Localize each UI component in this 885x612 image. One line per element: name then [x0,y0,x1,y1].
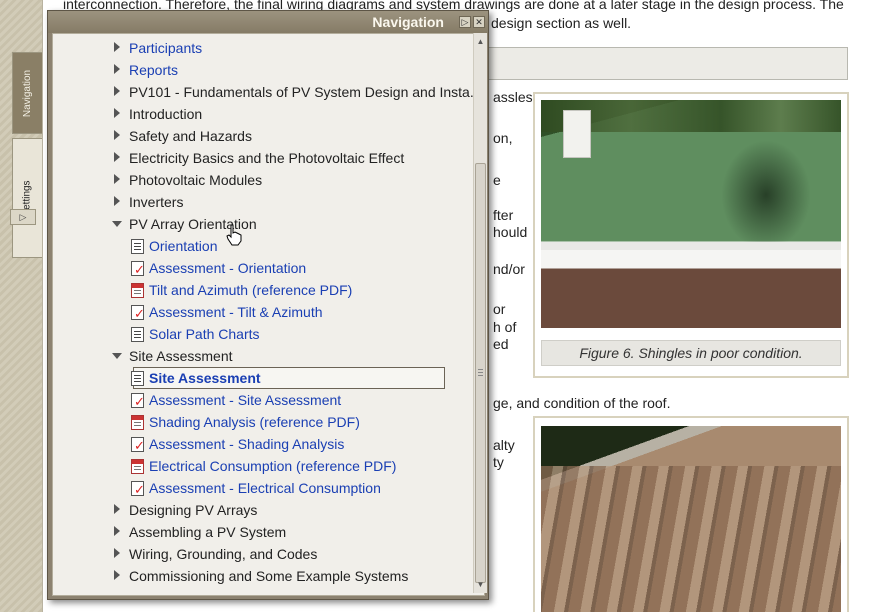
roof-photo-green-shingles [541,100,841,328]
expand-arrow-icon: ▷ [19,211,27,222]
expand-arrow-icon[interactable] [114,196,120,206]
pin-icon[interactable]: ▷ [459,16,471,28]
tree-child-label: Assessment - Tilt & Azimuth [149,304,323,320]
assessment-check-icon [131,479,145,501]
tree-item-label: Safety and Hazards [129,128,252,144]
assessment-check-icon [131,391,145,413]
tab-navigation-label: Navigation [22,69,34,117]
page-document-icon [131,239,144,254]
content-fragment: nd/or [493,261,525,277]
expand-arrow-icon[interactable] [114,504,120,514]
roof-photo-wood-shingles [541,426,841,612]
content-fragment: or [493,301,506,317]
scroll-down-arrow-icon[interactable]: ▼ [474,578,487,591]
tree-child-label: Assessment - Orientation [149,260,307,276]
tree-child-label: Tilt and Azimuth (reference PDF) [149,282,353,298]
pdf-document-icon [131,283,144,298]
navigation-title: Navigation [372,14,444,30]
content-fragment: ty [493,454,504,470]
scroll-thumb[interactable] [475,163,486,583]
collapse-arrow-icon[interactable] [112,353,122,359]
content-fragment: hould [493,224,528,240]
tree-scrollbar[interactable]: ▲ ▼ [473,33,487,593]
tree-item-label: Inverters [129,194,184,210]
tree-child-label: Site Assessment [149,370,261,386]
section-header-bar [484,47,848,80]
navigation-titlebar[interactable]: Navigation ▷ ✕ [48,11,488,33]
tree-item-label: Assembling a PV System [129,524,287,540]
tree-item-label: Photovoltaic Modules [129,172,263,188]
content-fragment: e [493,172,501,188]
tree-child-label: Shading Analysis (reference PDF) [149,414,360,430]
figure-caption: Figure 6. Shingles in poor condition. [541,340,841,366]
content-line-second: design section as well. [491,15,632,31]
tree-item-label: Electricity Basics and the Photovoltaic … [129,150,405,166]
expand-arrow-icon[interactable] [114,526,120,536]
expand-arrow-icon[interactable] [114,42,120,52]
tree-child-label: Assessment - Electrical Consumption [149,480,381,496]
tree-child-label: Assessment - Shading Analysis [149,436,345,452]
figure-7 [533,416,849,612]
content-fragment: ed [493,336,509,352]
tree-item-label: PV101 - Fundamentals of PV System Design… [129,84,482,100]
page-document-icon [131,327,144,342]
navigation-tree: Participants Reports PV101 - Fundamentals … [52,33,485,596]
tree-child-label: Electrical Consumption (reference PDF) [149,458,397,474]
hand-cursor-icon [226,224,242,246]
expand-arrow-icon[interactable] [114,570,120,580]
page-document-icon [131,371,144,386]
tree-item-label: Introduction [129,106,203,122]
assessment-check-icon [131,303,145,325]
tree-child-label: Assessment - Site Assessment [149,392,342,408]
tree-child-label: Orientation [149,238,218,254]
collapse-arrow-icon[interactable] [112,221,122,227]
content-fragment: assles [493,89,533,105]
tab-navigation[interactable]: Navigation [12,52,42,134]
content-fragment: h of [493,319,517,335]
expand-arrow-icon[interactable] [114,152,120,162]
tree-item-label: Designing PV Arrays [129,502,258,518]
assessment-check-icon [131,259,145,281]
tree-item-label: Participants [129,40,203,56]
expand-arrow-icon[interactable] [114,130,120,140]
tab-settings[interactable]: Settings [12,138,42,258]
expand-arrow-icon[interactable] [114,64,120,74]
content-fragment: alty [493,437,515,453]
tree-item-label: Wiring, Grounding, and Codes [129,546,318,562]
expand-arrow-icon[interactable] [114,108,120,118]
content-line-bottom: ge, and condition of the roof. [493,395,671,411]
scroll-up-arrow-icon[interactable]: ▲ [474,35,487,48]
tree-item-label: Reports [129,62,179,78]
content-fragment: on, [493,130,513,146]
navigation-panel: Navigation ▷ ✕ Participants Reports PV101 … [47,10,489,600]
pdf-document-icon [131,459,144,474]
pdf-document-icon [131,415,144,430]
content-fragment: fter [493,207,514,223]
tree-child-label: Solar Path Charts [149,326,260,342]
tree-item-label: Commissioning and Some Example Systems [129,568,409,584]
figure-6: Figure 6. Shingles in poor condition. [533,92,849,378]
expand-arrow-icon[interactable] [114,174,120,184]
expand-arrow-icon[interactable] [114,548,120,558]
expand-arrow-icon[interactable] [114,86,120,96]
close-icon[interactable]: ✕ [473,16,485,28]
tree-item-label: Site Assessment [129,348,233,364]
assessment-check-icon [131,435,145,457]
expand-panel-button[interactable]: ▷ [10,209,36,225]
